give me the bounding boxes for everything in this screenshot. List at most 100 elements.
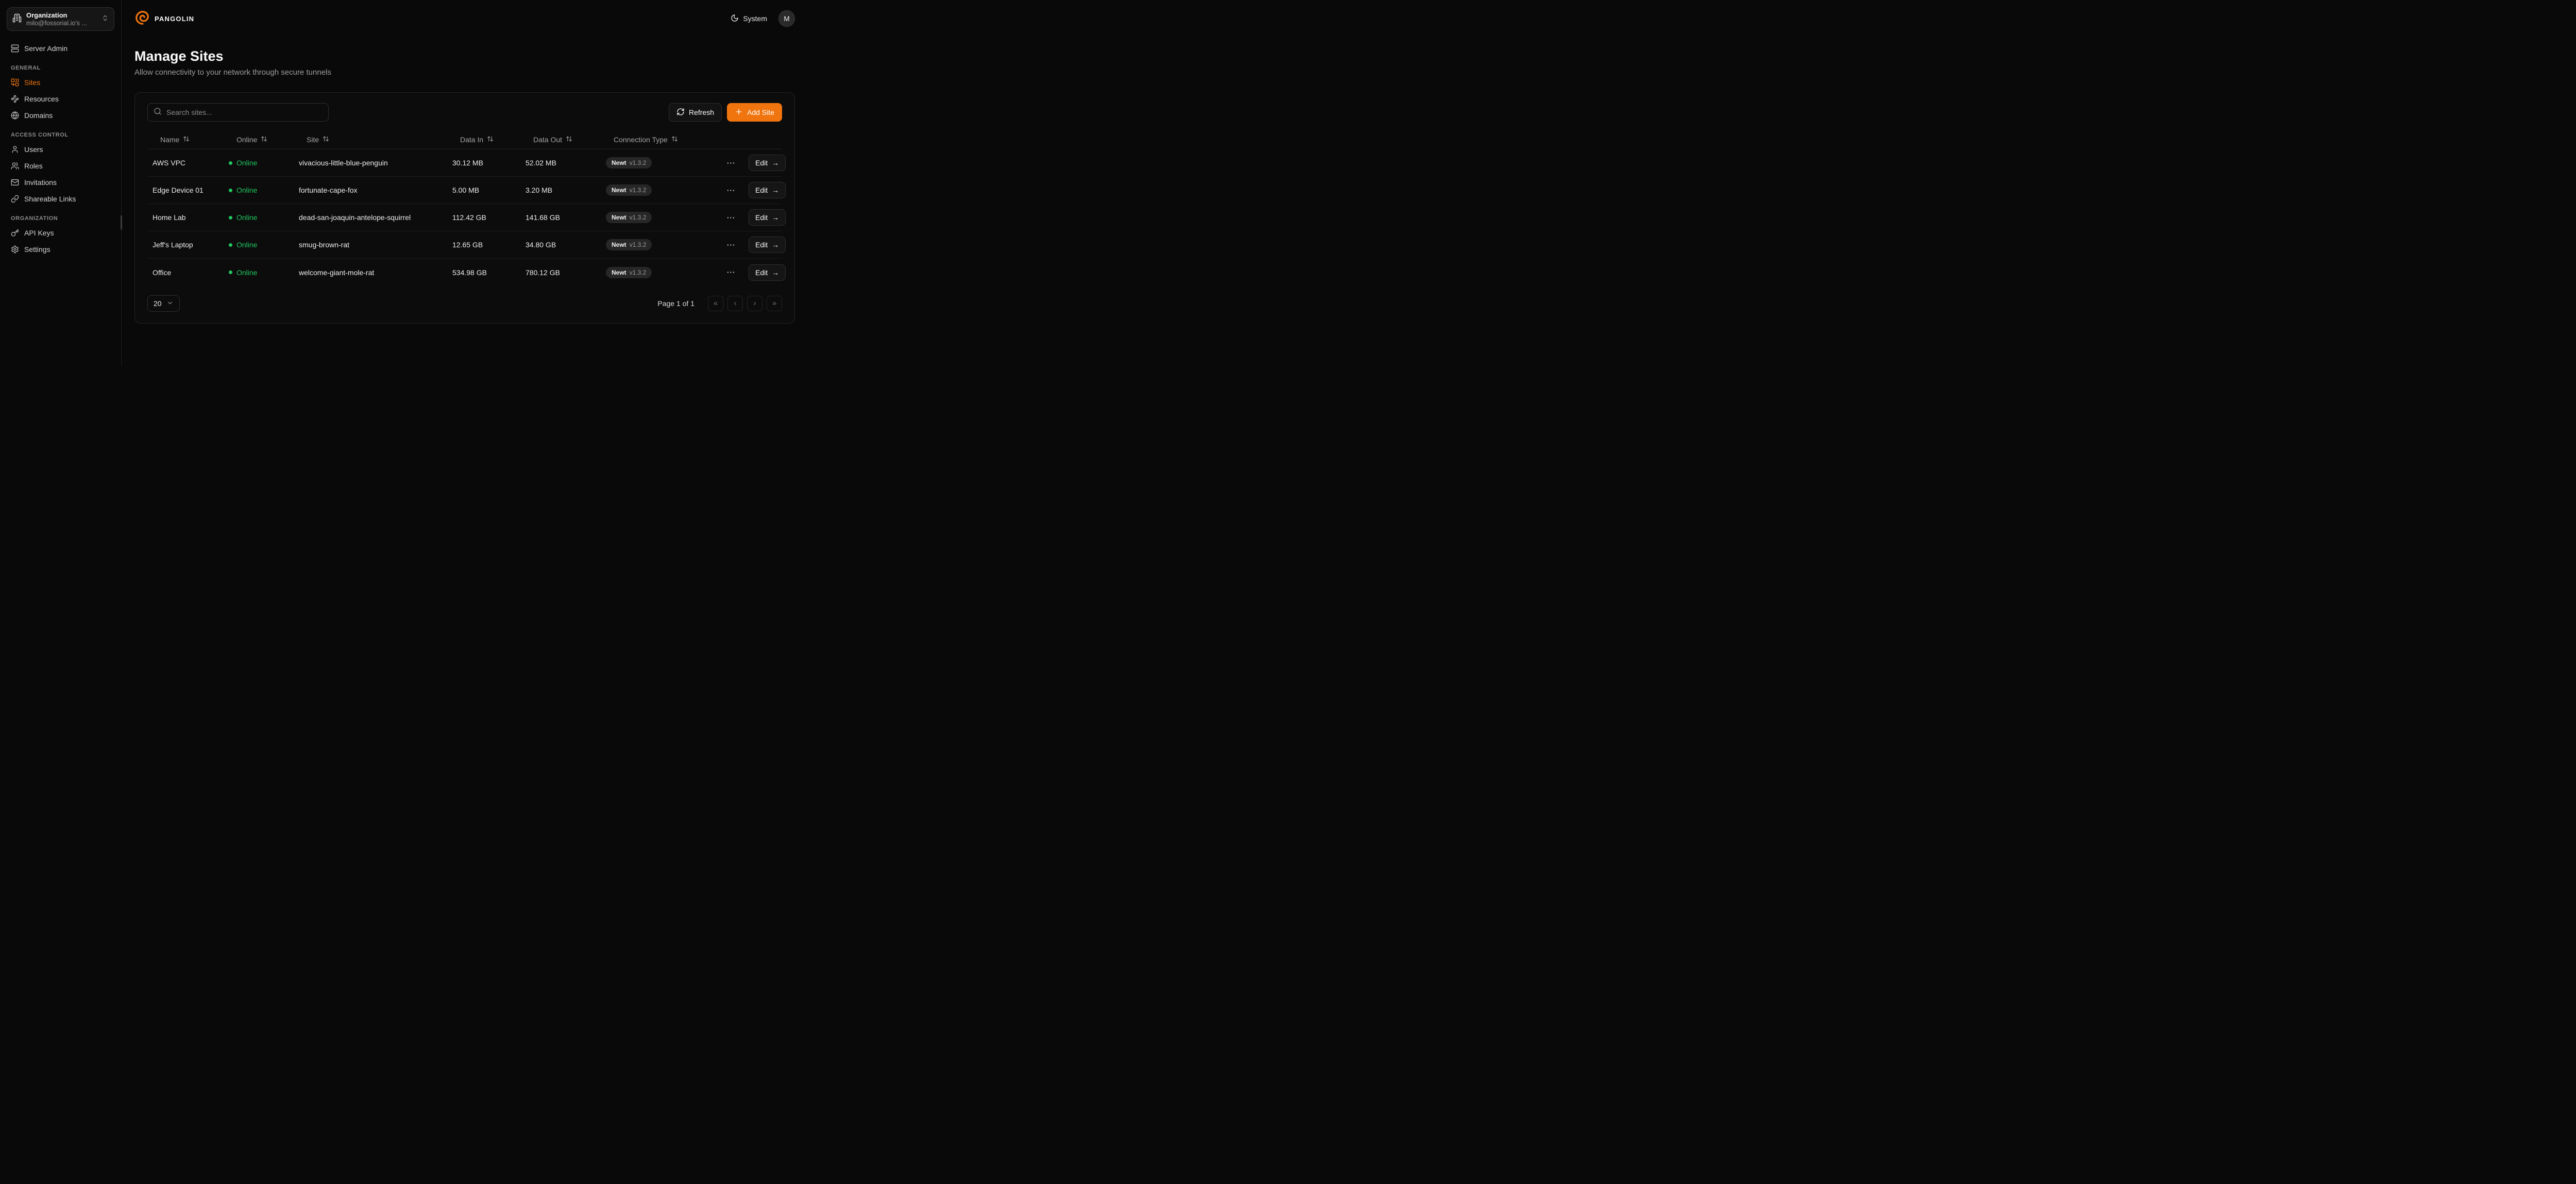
column-header[interactable]: Online [224, 136, 294, 144]
sidebar-item-label: Sites [24, 78, 40, 87]
sidebar-item-api-keys[interactable]: API Keys [7, 225, 114, 241]
key-icon [11, 229, 19, 237]
column-header-label: Name [160, 136, 179, 144]
table-row: Jeff's Laptop Online smug-brown-rat 12.6… [147, 231, 782, 259]
search-input[interactable] [166, 108, 323, 116]
refresh-icon [676, 108, 685, 117]
connection-type-badge: Newt v1.3.2 [606, 157, 652, 168]
sidebar-item-shareable-links[interactable]: Shareable Links [7, 191, 114, 207]
search-box[interactable] [147, 103, 329, 122]
sites-toolbar: Refresh Add Site [147, 103, 782, 122]
next-page-button[interactable]: › [747, 296, 762, 311]
edit-button[interactable]: Edit → [749, 236, 786, 253]
first-page-button[interactable]: « [708, 296, 723, 311]
main-content: PANGOLIN System M Manage Sites Allow con… [122, 0, 808, 366]
site-slug-cell: welcome-giant-mole-rat [294, 268, 447, 277]
section-label-organization: ORGANIZATION [11, 215, 110, 222]
data-in-cell: 112.42 GB [447, 213, 520, 222]
page-size-select[interactable]: 20 [147, 295, 180, 312]
online-dot-icon [229, 161, 232, 165]
edit-button[interactable]: Edit → [749, 209, 786, 226]
table-row: Office Online welcome-giant-mole-rat 534… [147, 259, 782, 286]
connection-type-cell: Newt v1.3.2 [601, 157, 719, 168]
sidebar-item-label: Settings [24, 245, 50, 253]
row-menu-button[interactable]: ⋯ [724, 158, 737, 168]
sidebar-item-server-admin[interactable]: Server Admin [7, 40, 114, 57]
org-picker[interactable]: Organization milo@fossorial.io's ... [7, 7, 114, 31]
column-header[interactable]: Name [147, 136, 224, 144]
connection-type-cell: Newt v1.3.2 [601, 239, 719, 250]
column-header-label: Connection Type [614, 136, 668, 144]
avatar[interactable]: M [778, 10, 795, 27]
sidebar-item-label: Server Admin [24, 44, 67, 53]
site-slug-cell: vivacious-little-blue-penguin [294, 159, 447, 167]
sidebar-item-label: Users [24, 145, 43, 154]
sidebar-item-users[interactable]: Users [7, 141, 114, 158]
site-slug-cell: fortunate-cape-fox [294, 186, 447, 194]
edit-button[interactable]: Edit → [749, 264, 786, 281]
data-in-cell: 5.00 MB [447, 186, 520, 194]
table-body: AWS VPC Online vivacious-little-blue-pen… [147, 149, 782, 286]
data-out-cell: 34.80 GB [520, 241, 601, 249]
row-menu-button[interactable]: ⋯ [724, 212, 737, 223]
org-picker-labels: Organization milo@fossorial.io's ... [26, 11, 97, 27]
add-site-label: Add Site [747, 108, 774, 116]
sidebar-item-label: Domains [24, 111, 53, 120]
column-header[interactable]: Data Out [520, 136, 601, 144]
data-out-cell: 141.68 GB [520, 213, 601, 222]
sites-table: Name Online Site Data In Data Out Connec… [147, 130, 782, 286]
sidebar-scrollbar[interactable] [121, 215, 122, 230]
sidebar-item-label: Shareable Links [24, 195, 76, 203]
refresh-button[interactable]: Refresh [669, 103, 722, 122]
site-name-cell: Home Lab [147, 213, 224, 222]
connection-type-name: Newt [612, 187, 626, 194]
avatar-initial: M [784, 15, 789, 23]
server-icon [11, 44, 19, 53]
column-header[interactable]: Data In [447, 136, 520, 144]
sidebar-item-label: Roles [24, 162, 43, 170]
data-in-cell: 30.12 MB [447, 159, 520, 167]
sidebar-item-resources[interactable]: Resources [7, 91, 114, 107]
sidebar-item-sites[interactable]: Sites [7, 74, 114, 91]
status-text: Online [236, 186, 257, 194]
connection-type-version: v1.3.2 [630, 187, 647, 194]
data-out-cell: 780.12 GB [520, 268, 601, 277]
theme-toggle[interactable]: System [731, 14, 767, 24]
sites-icon [11, 78, 19, 87]
edit-button[interactable]: Edit → [749, 182, 786, 198]
last-page-button[interactable]: » [767, 296, 782, 311]
edit-button-label: Edit [755, 268, 768, 277]
sidebar-item-roles[interactable]: Roles [7, 158, 114, 174]
edit-button-label: Edit [755, 213, 768, 222]
refresh-label: Refresh [689, 108, 714, 116]
edit-button[interactable]: Edit → [749, 155, 786, 171]
page-head: Manage Sites Allow connectivity to your … [134, 48, 795, 77]
arrow-right-icon: → [772, 214, 779, 221]
column-header[interactable]: Connection Type [601, 136, 719, 144]
online-dot-icon [229, 243, 232, 247]
section-label-general: GENERAL [11, 65, 110, 71]
page-title: Manage Sites [134, 48, 795, 64]
sidebar-item-invitations[interactable]: Invitations [7, 174, 114, 191]
column-header[interactable]: Site [294, 136, 447, 144]
add-site-button[interactable]: Add Site [727, 103, 782, 122]
page-info: Page 1 of 1 [657, 299, 694, 308]
site-status-cell: Online [224, 213, 294, 222]
row-actions-cell: ⋯ Edit → [719, 209, 789, 226]
sort-icon [323, 136, 329, 144]
brand[interactable]: PANGOLIN [134, 10, 194, 28]
org-picker-subtitle: milo@fossorial.io's ... [26, 20, 97, 27]
site-status-cell: Online [224, 159, 294, 167]
previous-page-button[interactable]: ‹ [727, 296, 743, 311]
connection-type-cell: Newt v1.3.2 [601, 184, 719, 196]
pager-buttons: « ‹ › » [708, 296, 782, 311]
sidebar-item-domains[interactable]: Domains [7, 107, 114, 124]
edit-button-label: Edit [755, 186, 768, 194]
column-header-label: Online [236, 136, 257, 144]
row-menu-button[interactable]: ⋯ [724, 240, 737, 250]
row-menu-button[interactable]: ⋯ [724, 185, 737, 196]
search-icon [154, 107, 162, 118]
sidebar-item-settings[interactable]: Settings [7, 241, 114, 258]
row-menu-button[interactable]: ⋯ [724, 267, 737, 278]
row-actions-cell: ⋯ Edit → [719, 155, 789, 171]
